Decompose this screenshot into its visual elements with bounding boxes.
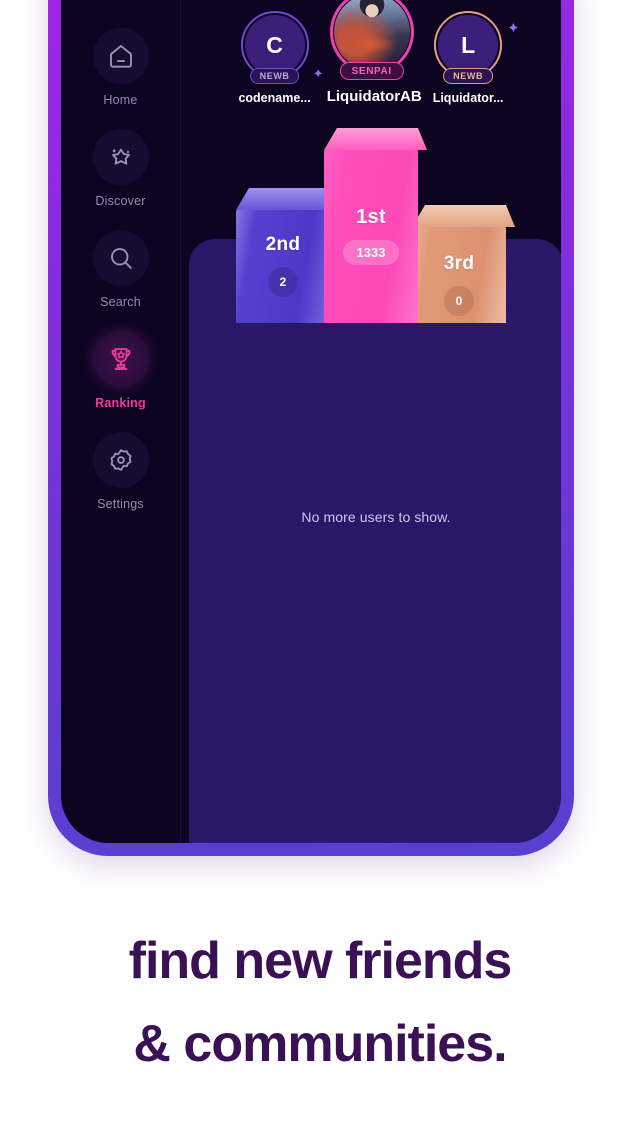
trophy-icon xyxy=(92,331,149,387)
sidebar-item-ranking[interactable]: Ranking xyxy=(61,331,180,410)
podium-bar-top-face xyxy=(227,188,339,210)
avatar-initial: C xyxy=(244,15,305,75)
top-user-third[interactable]: ✦ L NEWB Liquidator... xyxy=(432,11,520,105)
phone-screen: Home Discover Search Ranking Settings C … xyxy=(61,0,561,843)
podium-score: 0 xyxy=(444,286,474,316)
user-name: codename... xyxy=(238,91,311,105)
top-user-first[interactable]: ✦ SENPAI LiquidatorAB xyxy=(313,0,422,105)
podium-bar-top-face xyxy=(315,128,427,150)
avatar[interactable]: SENPAI xyxy=(329,0,414,80)
avatar[interactable]: C NEWB xyxy=(240,11,309,84)
podium-bar-face: 2nd 2 xyxy=(236,208,330,323)
avatar-image xyxy=(333,0,410,70)
podium-score: 2 xyxy=(268,267,298,297)
phone-mockup-frame: Home Discover Search Ranking Settings C … xyxy=(48,0,574,856)
gear-icon xyxy=(92,432,149,488)
sidebar-item-label: Settings xyxy=(97,497,144,511)
podium-bar-face: 1st 1333 xyxy=(324,148,418,323)
podium-bar-top-face xyxy=(403,205,515,227)
podium-bar-third: 3rd 0 xyxy=(412,225,506,323)
sidebar-item-search[interactable]: Search xyxy=(61,230,180,309)
anime-artwork xyxy=(333,0,410,70)
status-badge: NEWB xyxy=(443,68,494,84)
podium-rank-label: 3rd xyxy=(443,253,475,274)
podium-score: 1333 xyxy=(342,240,400,265)
user-name: LiquidatorAB xyxy=(326,88,422,105)
sidebar-item-label: Discover xyxy=(95,194,146,208)
podium-chart: 2nd 2 1st 1333 3rd 0 xyxy=(181,123,561,323)
status-badge: NEWB xyxy=(249,68,300,84)
podium-rank-label: 2nd xyxy=(265,234,301,255)
top-user-second[interactable]: C NEWB codename... xyxy=(238,11,311,105)
podium-rank-label: 1st xyxy=(356,206,386,228)
sidebar-item-label: Search xyxy=(100,295,141,309)
sparkle-icon: ✦ xyxy=(506,20,520,37)
top-three-users: C NEWB codename... ✦ SENPAI LiquidatorAB… xyxy=(181,0,561,105)
promo-headline: find new friends & communities. xyxy=(0,920,640,1086)
podium-bar-first: 1st 1333 xyxy=(324,148,418,323)
sidebar-item-discover[interactable]: Discover xyxy=(61,129,180,208)
search-icon xyxy=(92,230,149,286)
user-list-card: No more users to show. xyxy=(189,239,561,843)
podium-bar-face: 3rd 0 xyxy=(412,225,506,323)
promo-headline-line-1: find new friends xyxy=(128,932,513,990)
sidebar-item-home[interactable]: Home xyxy=(61,28,180,107)
sidebar-item-label: Ranking xyxy=(95,396,146,410)
star-icon xyxy=(92,129,149,185)
promo-headline-line-2: & communities. xyxy=(133,1015,507,1074)
avatar-initial: L xyxy=(438,15,499,75)
sidebar-nav: Home Discover Search Ranking Settings xyxy=(61,0,181,843)
sidebar-item-settings[interactable]: Settings xyxy=(61,432,180,511)
empty-state-message: No more users to show. xyxy=(301,509,451,525)
status-badge: SENPAI xyxy=(339,62,404,80)
avatar[interactable]: L NEWB xyxy=(434,11,503,84)
sparkle-icon: ✦ xyxy=(312,66,324,81)
user-name: Liquidator... xyxy=(432,91,504,105)
sidebar-item-label: Home xyxy=(103,93,138,107)
ranking-main-content: C NEWB codename... ✦ SENPAI LiquidatorAB… xyxy=(181,0,561,843)
podium-bar-second: 2nd 2 xyxy=(236,208,330,323)
home-icon xyxy=(92,28,149,84)
